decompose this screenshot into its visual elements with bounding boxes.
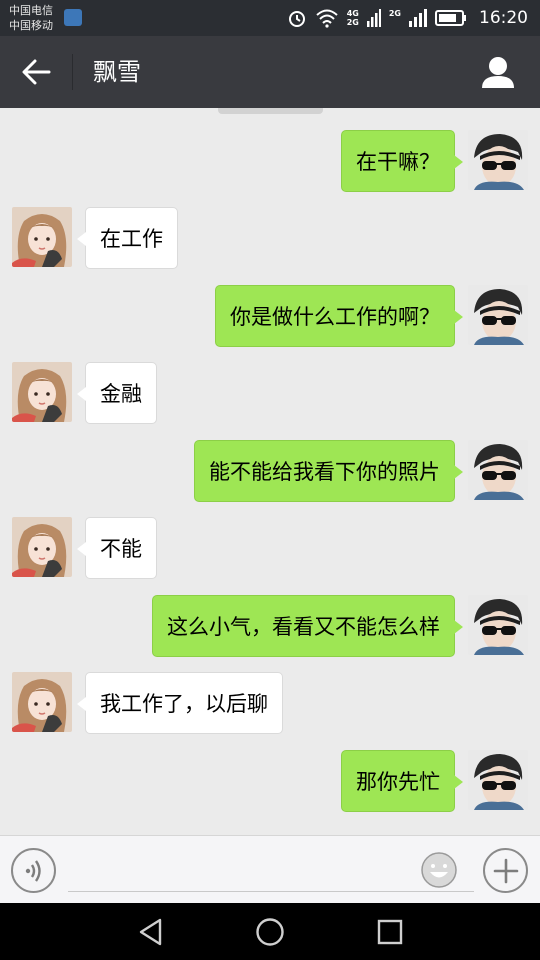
- message-incoming: 不能: [0, 517, 540, 581]
- my-avatar[interactable]: [468, 595, 528, 655]
- chat-info-button[interactable]: [480, 54, 516, 90]
- header-divider: [72, 54, 73, 90]
- carrier-1-label: 中国电信: [9, 4, 53, 17]
- nav-home-button[interactable]: [250, 913, 290, 951]
- pull-handle: [218, 108, 323, 114]
- home-circle-icon: [256, 918, 284, 946]
- message-bubble[interactable]: 这么小气，看看又不能怎么样: [152, 595, 463, 657]
- contact-avatar[interactable]: [12, 207, 72, 267]
- female-avatar-icon: [12, 207, 72, 267]
- contact-avatar[interactable]: [12, 517, 72, 577]
- person-icon: [482, 57, 514, 88]
- contact-avatar[interactable]: [12, 362, 72, 422]
- message-input-bar: [0, 835, 540, 903]
- status-bar: 中国电信 中国移动 4G 2G 2G 16:20: [0, 0, 540, 36]
- voice-icon: [25, 859, 41, 882]
- message-bubble[interactable]: 能不能给我看下你的照片: [194, 440, 463, 502]
- wifi-icon: [316, 9, 338, 28]
- back-triangle-icon: [139, 918, 162, 946]
- clock: 16:20: [479, 8, 528, 28]
- plus-icon: [493, 858, 518, 883]
- net-1-bottom-label: 2G: [346, 18, 359, 27]
- message-bubble[interactable]: 在干嘛？: [341, 130, 463, 192]
- signal-2-icon: [409, 9, 427, 27]
- my-avatar[interactable]: [468, 285, 528, 345]
- contact-avatar[interactable]: [12, 672, 72, 732]
- back-arrow-icon: [22, 59, 51, 85]
- alarm-icon: [288, 11, 305, 27]
- male-sunglasses-avatar-icon: [468, 440, 528, 500]
- chat-title: 飘雪: [93, 58, 141, 86]
- male-sunglasses-avatar-icon: [468, 750, 528, 810]
- carrier-2-label: 中国移动: [9, 19, 53, 32]
- notification-app-icon: [64, 9, 82, 26]
- voice-button[interactable]: [11, 848, 56, 893]
- female-avatar-icon: [12, 672, 72, 732]
- message-outgoing: 在干嘛？: [0, 130, 540, 194]
- net-1-top-label: 4G: [346, 9, 359, 18]
- message-bubble[interactable]: 不能: [77, 517, 157, 579]
- recents-square-icon: [377, 919, 403, 945]
- system-navigation-bar: [0, 903, 540, 960]
- message-bubble[interactable]: 那你先忙: [341, 750, 463, 812]
- network-1-type: 4G 2G: [347, 9, 359, 27]
- net-2-top-label: 2G: [388, 9, 401, 18]
- message-incoming: 在工作: [0, 207, 540, 271]
- nav-back-button[interactable]: [131, 913, 171, 951]
- status-icons: 4G 2G 2G 16:20: [287, 0, 528, 36]
- chat-message-list[interactable]: 在干嘛？ 在工作 你是做什么工作的啊？ 金融 能不能给我看下你的照片 不能 这么…: [0, 108, 540, 835]
- message-outgoing: 能不能给我看下你的照片: [0, 440, 540, 504]
- message-bubble[interactable]: 金融: [77, 362, 157, 424]
- signal-1-icon: [366, 9, 381, 27]
- female-avatar-icon: [12, 362, 72, 422]
- emoji-button[interactable]: [420, 851, 458, 889]
- message-bubble[interactable]: 在工作: [77, 207, 178, 269]
- male-sunglasses-avatar-icon: [468, 130, 528, 190]
- message-bubble[interactable]: 我工作了，以后聊: [77, 672, 283, 734]
- message-outgoing: 那你先忙: [0, 750, 540, 814]
- my-avatar[interactable]: [468, 440, 528, 500]
- female-avatar-icon: [12, 517, 72, 577]
- network-2-type: 2G: [389, 9, 401, 27]
- message-incoming: 金融: [0, 362, 540, 426]
- message-text-input[interactable]: [68, 850, 474, 892]
- nav-recents-button[interactable]: [370, 913, 410, 951]
- back-button[interactable]: [14, 52, 58, 92]
- message-outgoing: 你是做什么工作的啊？: [0, 285, 540, 349]
- battery-icon: [435, 10, 466, 26]
- more-options-button[interactable]: [483, 848, 528, 893]
- my-avatar[interactable]: [468, 130, 528, 190]
- message-outgoing: 这么小气，看看又不能怎么样: [0, 595, 540, 659]
- message-bubble[interactable]: 你是做什么工作的啊？: [215, 285, 463, 347]
- emoji-icon: [421, 852, 457, 888]
- male-sunglasses-avatar-icon: [468, 595, 528, 655]
- my-avatar[interactable]: [468, 750, 528, 810]
- message-incoming: 我工作了，以后聊: [0, 672, 540, 736]
- male-sunglasses-avatar-icon: [468, 285, 528, 345]
- chat-header: 飘雪: [0, 36, 540, 108]
